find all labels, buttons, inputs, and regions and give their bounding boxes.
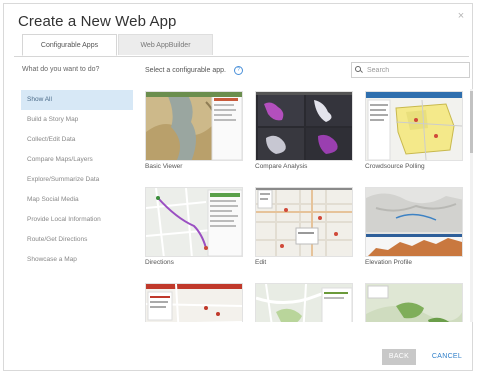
app-card-label: Edit <box>255 259 267 266</box>
app-thumbnail <box>255 187 353 257</box>
category-map-social-media[interactable]: Map Social Media <box>21 190 133 210</box>
app-card-elevation-profile[interactable]: Elevation Profile <box>365 187 463 266</box>
tab-configurable-apps[interactable]: Configurable Apps <box>22 34 117 56</box>
category-show-all[interactable]: Show All <box>21 90 133 110</box>
category-provide-local-information[interactable]: Provide Local Information <box>21 210 133 230</box>
search-icon <box>355 66 363 74</box>
app-card-label: Directions <box>145 259 174 266</box>
app-thumbnail <box>145 187 243 257</box>
category-collect-edit-data[interactable]: Collect/Edit Data <box>21 130 133 150</box>
category-explore-summarize-data[interactable]: Explore/Summarize Data <box>21 170 133 190</box>
app-thumbnail <box>365 187 463 257</box>
app-card-basic-viewer[interactable]: Basic Viewer <box>145 91 243 170</box>
app-card-edit[interactable]: Edit <box>255 187 353 266</box>
search-box[interactable] <box>351 62 470 78</box>
select-app-label: Select a configurable app. <box>145 67 226 74</box>
tab-bar: Configurable Apps Web AppBuilder <box>14 34 469 57</box>
cancel-button[interactable]: CANCEL <box>426 349 468 365</box>
dialog-title: Create a New Web App <box>18 13 177 30</box>
app-card-7[interactable] <box>145 283 243 322</box>
app-card-label: Elevation Profile <box>365 259 412 266</box>
category-build-story-map[interactable]: Build a Story Map <box>21 110 133 130</box>
app-thumbnail <box>255 283 353 322</box>
app-card-crowdsource-polling[interactable]: Crowdsource Polling <box>365 91 463 170</box>
app-card-8[interactable] <box>255 283 353 322</box>
app-thumbnail <box>365 283 463 322</box>
search-input[interactable] <box>365 65 464 75</box>
app-card-label: Compare Analysis <box>255 163 308 170</box>
app-card-directions[interactable]: Directions <box>145 187 243 266</box>
category-route-get-directions[interactable]: Route/Get Directions <box>21 230 133 250</box>
category-showcase-map[interactable]: Showcase a Map <box>21 250 133 270</box>
select-app-prompt: Select a configurable app. ? <box>145 66 243 75</box>
category-question: What do you want to do? <box>22 66 100 73</box>
app-thumbnail <box>255 91 353 161</box>
app-thumbnail <box>145 91 243 161</box>
back-button[interactable]: BACK <box>382 349 416 365</box>
category-compare-maps-layers[interactable]: Compare Maps/Layers <box>21 150 133 170</box>
app-thumbnail <box>145 283 243 322</box>
app-card-label: Basic Viewer <box>145 163 183 170</box>
close-icon[interactable]: × <box>456 11 466 22</box>
app-card-compare-analysis[interactable]: Compare Analysis <box>255 91 353 170</box>
help-icon[interactable]: ? <box>233 66 243 75</box>
tab-web-appbuilder[interactable]: Web AppBuilder <box>118 34 213 55</box>
gallery-scrollbar[interactable] <box>470 89 473 322</box>
app-card-label: Crowdsource Polling <box>365 163 425 170</box>
category-list: Show All Build a Story Map Collect/Edit … <box>21 90 133 270</box>
scrollbar-thumb[interactable] <box>470 91 473 153</box>
app-card-9[interactable] <box>365 283 463 322</box>
app-thumbnail <box>365 91 463 161</box>
app-gallery: Basic Viewer Compare Analysis Crowdsourc… <box>143 89 463 322</box>
